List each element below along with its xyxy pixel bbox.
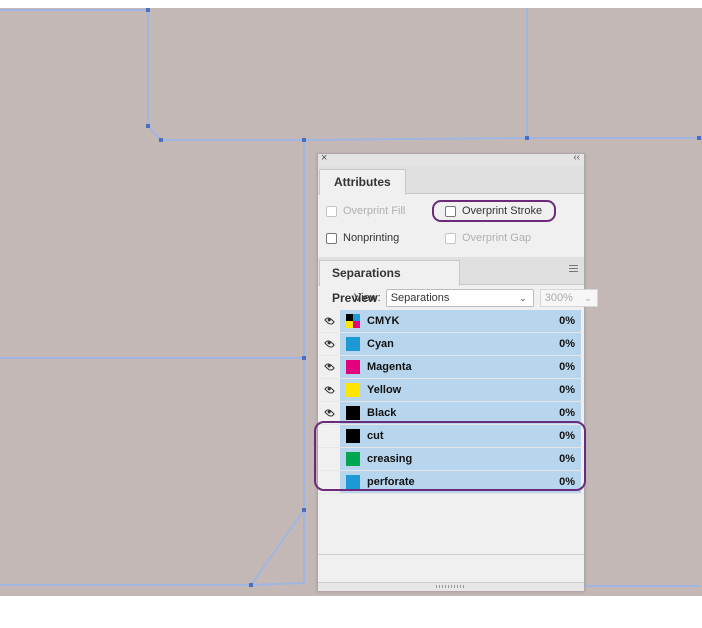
- separation-row-cmyk[interactable]: CMYK 0%: [318, 310, 584, 333]
- collapse-icon[interactable]: ‹‹: [573, 152, 580, 163]
- separation-row-magenta[interactable]: Magenta 0%: [318, 356, 584, 379]
- view-select[interactable]: Separations ⌄: [385, 289, 534, 307]
- path-bottom-bevel: [250, 509, 305, 586]
- separations-tabbar: Separations Preview: [318, 257, 584, 305]
- separation-name: Yellow: [367, 384, 402, 396]
- separation-name: CMYK: [367, 315, 400, 327]
- nonprinting-label: Nonprinting: [343, 232, 400, 244]
- separation-row-body[interactable]: Cyan 0%: [340, 333, 581, 355]
- checkbox-box[interactable]: [326, 205, 337, 217]
- separation-percent: 0%: [559, 384, 575, 396]
- separation-percent: 0%: [559, 361, 575, 373]
- zoom-value: 300%: [544, 292, 573, 304]
- eye-icon: [323, 361, 335, 373]
- highlight-spot-colors: [314, 421, 586, 491]
- panel-resize-bar[interactable]: [318, 582, 584, 591]
- visibility-toggle[interactable]: [318, 333, 340, 355]
- color-swatch-icon: [346, 406, 360, 420]
- view-label: View:: [354, 292, 381, 304]
- separation-percent: 0%: [559, 315, 575, 327]
- eye-icon: [323, 407, 335, 419]
- chevron-down-icon: ⌄: [519, 293, 527, 303]
- tab-attributes[interactable]: Attributes: [319, 169, 406, 195]
- checkbox-box[interactable]: [445, 232, 456, 244]
- checkbox-box[interactable]: [326, 232, 337, 244]
- visibility-toggle[interactable]: [318, 379, 340, 401]
- separation-percent: 0%: [559, 338, 575, 350]
- resize-grip-icon[interactable]: [436, 585, 466, 588]
- path-upper-right: [147, 8, 528, 141]
- overprint-fill-label: Overprint Fill: [343, 205, 406, 217]
- panel-menu-icon[interactable]: [569, 265, 578, 273]
- color-swatch-icon: [346, 337, 360, 351]
- overprint-fill-checkbox[interactable]: Overprint Fill: [326, 205, 405, 217]
- separation-row-body[interactable]: Magenta 0%: [340, 356, 581, 378]
- separation-row-body[interactable]: CMYK 0%: [340, 310, 581, 332]
- separation-row-yellow[interactable]: Yellow 0%: [318, 379, 584, 402]
- overprint-gap-label: Overprint Gap: [462, 232, 532, 244]
- separation-row-body[interactable]: Yellow 0%: [340, 379, 581, 401]
- color-swatch-icon: [346, 383, 360, 397]
- view-select-value: Separations: [390, 292, 450, 304]
- panel-titlebar[interactable]: × ‹‹: [318, 152, 584, 166]
- eye-icon: [323, 338, 335, 350]
- path-top-left: [0, 9, 305, 586]
- separation-name: Magenta: [367, 361, 412, 373]
- chevron-down-icon: ⌄: [584, 293, 592, 303]
- eye-icon: [323, 315, 335, 327]
- view-row: View: Separations ⌄ 300% ⌄: [354, 289, 598, 307]
- zoom-select[interactable]: 300% ⌄: [539, 289, 598, 307]
- overprint-gap-checkbox[interactable]: Overprint Gap: [445, 232, 531, 244]
- visibility-toggle[interactable]: [318, 356, 340, 378]
- visibility-toggle[interactable]: [318, 310, 340, 332]
- color-swatch-icon: [346, 314, 360, 328]
- tab-separations-preview[interactable]: Separations Preview: [319, 260, 460, 305]
- nonprinting-checkbox[interactable]: Nonprinting: [326, 232, 399, 244]
- color-swatch-icon: [346, 360, 360, 374]
- separation-name: Cyan: [367, 338, 394, 350]
- attributes-tabbar: Attributes: [318, 166, 584, 195]
- eye-icon: [323, 384, 335, 396]
- separation-row-cyan[interactable]: Cyan 0%: [318, 333, 584, 356]
- highlight-overprint-stroke: [432, 200, 556, 222]
- panel-divider: [318, 554, 584, 555]
- close-icon[interactable]: ×: [321, 152, 327, 164]
